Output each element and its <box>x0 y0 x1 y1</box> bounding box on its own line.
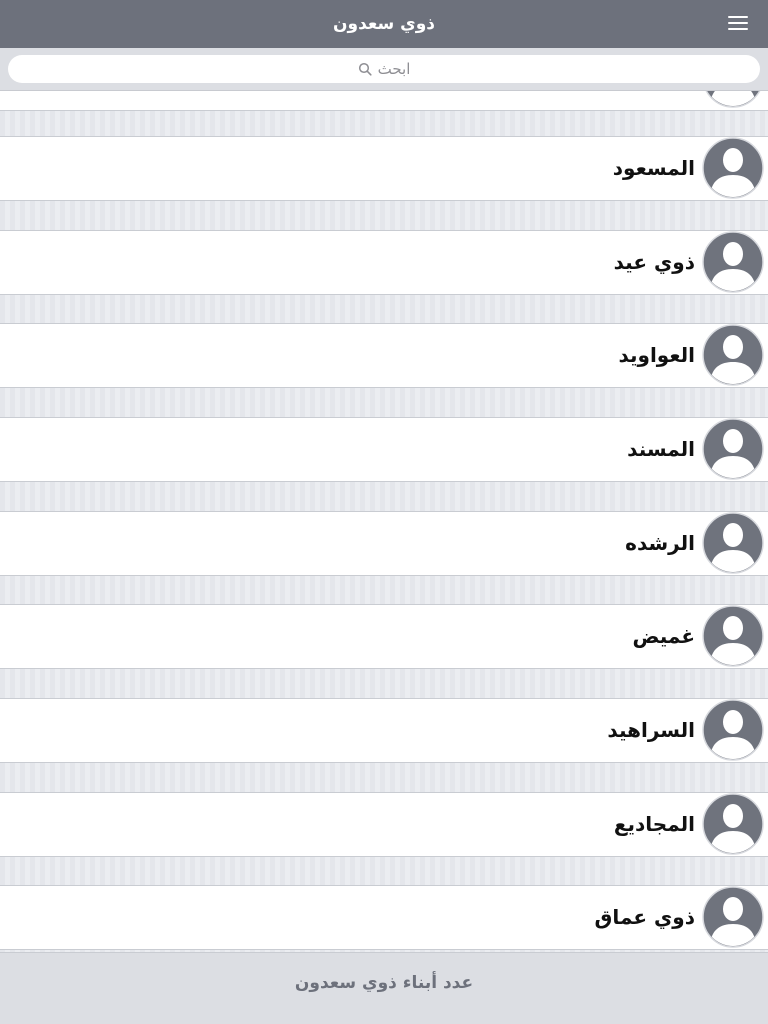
search-input[interactable]: ابحث <box>8 55 760 83</box>
avatar-placeholder-icon <box>702 231 764 293</box>
list-item[interactable]: ذوي عماق <box>0 885 768 950</box>
page-title: ذوي سعدون <box>333 14 435 34</box>
avatar-placeholder-icon <box>702 512 764 574</box>
list-item[interactable]: المسند <box>0 417 768 482</box>
search-placeholder: ابحث <box>377 60 411 78</box>
avatar-placeholder-icon <box>702 137 764 199</box>
navigation-bar: ذوي سعدون <box>0 0 768 48</box>
search-icon <box>358 62 372 76</box>
members-count-label[interactable]: عدد أبناء ذوي سعدون <box>0 953 768 1013</box>
avatar-placeholder-icon <box>702 699 764 761</box>
family-name: العواويد <box>618 343 695 367</box>
family-name: ذوي عماق <box>594 905 695 929</box>
family-name: ذوي عيد <box>613 250 695 274</box>
family-name: المجاديع <box>613 812 695 836</box>
family-name: المسند <box>627 437 695 461</box>
avatar-placeholder-icon <box>702 418 764 480</box>
search-bar: ابحث <box>0 48 768 91</box>
family-name: غميض <box>632 624 695 648</box>
list-item[interactable]: الرشده <box>0 511 768 576</box>
list-item[interactable]: العواويد <box>0 323 768 388</box>
family-name: الرشده <box>625 531 695 555</box>
family-name: السراهيد <box>607 718 695 742</box>
hamburger-menu-icon[interactable] <box>728 14 750 34</box>
avatar-placeholder-icon <box>702 324 764 386</box>
list-item[interactable]: ذوي عيد <box>0 230 768 295</box>
list-item[interactable]: غميض <box>0 604 768 669</box>
family-name: المسعود <box>612 156 695 180</box>
list-item[interactable]: السراهيد <box>0 698 768 763</box>
footer-bar: عدد أبناء ذوي سعدون <box>0 952 768 1024</box>
list-item[interactable]: المسعود <box>0 136 768 201</box>
list-item[interactable]: المجاديع <box>0 792 768 857</box>
avatar-placeholder-icon <box>702 886 764 948</box>
avatar-placeholder-icon <box>702 605 764 667</box>
avatar-placeholder-icon <box>702 793 764 855</box>
